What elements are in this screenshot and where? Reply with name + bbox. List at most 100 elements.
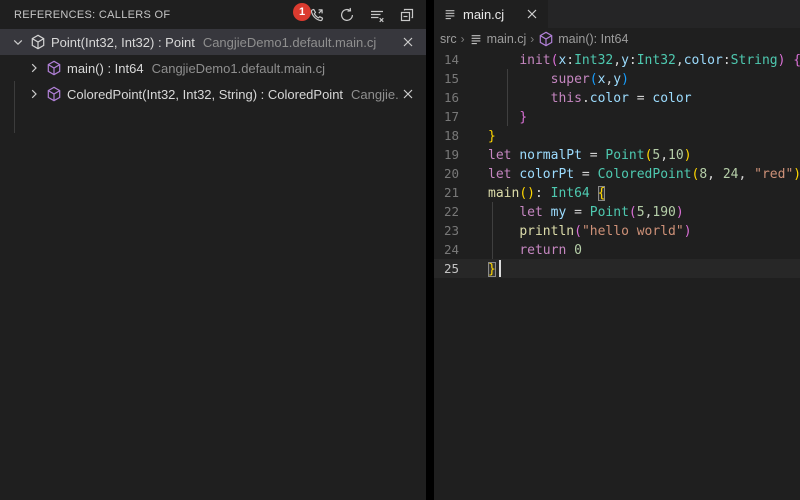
code-line[interactable]: 22 let my = Point(5,190): [434, 202, 800, 221]
code-token: ,: [613, 53, 621, 68]
code-line[interactable]: 15 super(x,y): [434, 69, 800, 88]
line-number[interactable]: 22: [434, 202, 459, 221]
code-line[interactable]: 21main(): Int64 {: [434, 183, 800, 202]
code-line[interactable]: 24 return 0: [434, 240, 800, 259]
tab-main-cj[interactable]: main.cj: [434, 0, 548, 28]
code-token: ,: [738, 167, 754, 182]
tree-row-label: Point(Int32, Int32) : Point: [51, 35, 195, 50]
tree-row-description: CangjieDemo1.default.main.cj: [203, 35, 376, 50]
line-number[interactable]: 18: [434, 126, 459, 145]
code-token: ): [684, 148, 692, 163]
code-line[interactable]: 16 this.color = color: [434, 88, 800, 107]
breadcrumb-item-label: main(): Int64: [558, 32, 628, 46]
tree-row[interactable]: main() : Int64CangjieDemo1.default.main.…: [0, 55, 426, 81]
close-icon[interactable]: [400, 86, 416, 102]
code-token: :: [723, 53, 731, 68]
call-outgoing-button[interactable]: 1: [308, 6, 326, 24]
code-token: :: [535, 186, 551, 201]
code-line[interactable]: 17 }: [434, 107, 800, 126]
refresh-icon: [339, 7, 355, 23]
call-outgoing-icon: [309, 7, 325, 23]
code-line[interactable]: 14 init(x:Int32,y:Int32,color:String) {: [434, 50, 800, 69]
code-token: (: [574, 224, 582, 239]
code-token: =: [582, 148, 605, 163]
line-number[interactable]: 16: [434, 88, 459, 107]
indent-guide: [492, 240, 493, 259]
tree-row-description: Cangjie...: [351, 87, 400, 102]
code-line[interactable]: 18}: [434, 126, 800, 145]
code-token: "hello world": [582, 224, 684, 239]
chevron-right-icon[interactable]: [26, 60, 42, 76]
code-line[interactable]: 23 println("hello world"): [434, 221, 800, 240]
code-line[interactable]: 19let normalPt = Point(5,10): [434, 145, 800, 164]
breadcrumb-separator-icon: ›: [460, 32, 466, 46]
editor-tabbar: main.cj: [434, 0, 800, 28]
line-number[interactable]: 20: [434, 164, 459, 183]
code-token: this: [551, 91, 582, 106]
breadcrumb-item[interactable]: src: [440, 32, 457, 46]
line-number[interactable]: 19: [434, 145, 459, 164]
tree-row[interactable]: Point(Int32, Int32) : Point CangjieDemo1.…: [0, 29, 426, 55]
code-token: my: [551, 205, 567, 220]
code-token: Point: [590, 205, 629, 220]
reference-count-badge: 1: [293, 3, 311, 21]
tree-row[interactable]: ColoredPoint(Int32, Int32, String) : Col…: [0, 81, 426, 107]
chevron-right-icon[interactable]: [26, 86, 42, 102]
code-token: }: [488, 129, 496, 144]
code-token: =: [574, 167, 597, 182]
code-token: =: [629, 91, 652, 106]
line-number[interactable]: 25: [434, 259, 459, 278]
close-icon[interactable]: [524, 6, 540, 22]
line-number[interactable]: 23: [434, 221, 459, 240]
chevron-down-icon[interactable]: [10, 34, 26, 50]
collapse-all-icon: [399, 7, 415, 23]
breadcrumb-item-label: src: [440, 32, 457, 46]
tree-row-label: ColoredPoint(Int32, Int32, String) : Col…: [67, 87, 343, 102]
code-token: {: [793, 53, 800, 68]
code-token: ): [527, 186, 535, 201]
code-line[interactable]: 25}: [434, 259, 800, 278]
code-token: ,: [660, 148, 668, 163]
clear-all-button[interactable]: [368, 6, 386, 24]
code-token: y: [613, 72, 621, 87]
breadcrumb-separator-icon: ›: [529, 32, 535, 46]
code-line[interactable]: 20let colorPt = ColoredPoint(8, 24, "red…: [434, 164, 800, 183]
code-token: normalPt: [519, 148, 582, 163]
code-token: ): [793, 167, 800, 182]
code-token: init: [519, 53, 550, 68]
collapse-all-button[interactable]: [398, 6, 416, 24]
references-panel-actions: 1: [308, 6, 416, 24]
line-number[interactable]: 21: [434, 183, 459, 202]
code-token: [566, 243, 574, 258]
code-token: let: [488, 167, 511, 182]
code-editor[interactable]: 14 init(x:Int32,y:Int32,color:String) {1…: [434, 50, 800, 500]
code-token: .: [582, 91, 590, 106]
breadcrumb-item-label: main.cj: [487, 32, 527, 46]
code-token: =: [566, 205, 589, 220]
line-number[interactable]: 17: [434, 107, 459, 126]
code-token: 10: [668, 148, 684, 163]
breadcrumb-item[interactable]: main.cj: [469, 32, 527, 46]
symbol-method-icon: [46, 86, 62, 102]
references-panel-title: REFERENCES: CALLERS OF: [14, 9, 170, 21]
panel-resize-sash[interactable]: [426, 0, 434, 500]
indent-guide: [507, 69, 508, 88]
code-token: Int32: [574, 53, 613, 68]
tree-row-description: CangjieDemo1.default.main.cj: [152, 61, 325, 76]
indent-guide: [507, 88, 508, 107]
line-number[interactable]: 15: [434, 69, 459, 88]
code-token: return: [519, 243, 566, 258]
line-number[interactable]: 14: [434, 50, 459, 69]
code-token: main: [488, 186, 519, 201]
breadcrumb-item[interactable]: main(): Int64: [538, 31, 628, 47]
code-token: [488, 53, 519, 68]
code-token: Point: [605, 148, 644, 163]
refresh-button[interactable]: [338, 6, 356, 24]
line-number[interactable]: 24: [434, 240, 459, 259]
code-token: Int32: [637, 53, 676, 68]
close-icon[interactable]: [400, 34, 416, 50]
code-token: let: [488, 148, 511, 163]
code-token: 8: [699, 167, 707, 182]
code-token: ): [621, 72, 629, 87]
code-token: }: [519, 110, 527, 125]
